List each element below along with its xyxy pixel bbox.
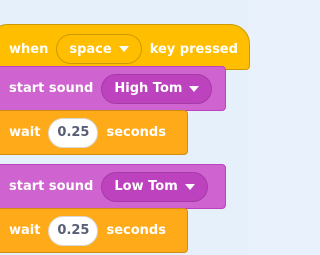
key-dropdown-value: space [69, 41, 112, 57]
sound-dropdown-2[interactable]: Low Tom [101, 171, 208, 202]
start-sound-label: start sound [9, 81, 94, 96]
caret-down-icon [189, 85, 200, 92]
key-pressed-label: key pressed [149, 41, 238, 57]
code-workspace[interactable]: when space key pressed start sound High … [0, 0, 250, 255]
sound-dropdown-value: Low Tom [114, 179, 178, 194]
seconds-label: seconds [106, 223, 166, 238]
sound-dropdown-1[interactable]: High Tom [101, 73, 213, 104]
when-label: when [9, 41, 49, 57]
seconds-label: seconds [106, 125, 166, 140]
caret-down-icon [184, 183, 195, 190]
when-key-pressed-block[interactable]: when space key pressed [0, 24, 250, 70]
wait-label: wait [9, 125, 41, 140]
wait-label: wait [9, 223, 41, 238]
key-dropdown[interactable]: space [56, 34, 142, 64]
start-sound-block-1[interactable]: start sound High Tom [0, 66, 226, 111]
wait-seconds-input-2[interactable]: 0.25 [48, 215, 99, 246]
wait-block-1[interactable]: wait 0.25 seconds [0, 110, 188, 155]
sound-dropdown-value: High Tom [114, 81, 183, 96]
wait-block-2[interactable]: wait 0.25 seconds [0, 208, 188, 253]
wait-seconds-input-1[interactable]: 0.25 [48, 117, 99, 148]
start-sound-block-2[interactable]: start sound Low Tom [0, 164, 226, 209]
start-sound-label: start sound [9, 179, 94, 194]
caret-down-icon [118, 46, 129, 52]
